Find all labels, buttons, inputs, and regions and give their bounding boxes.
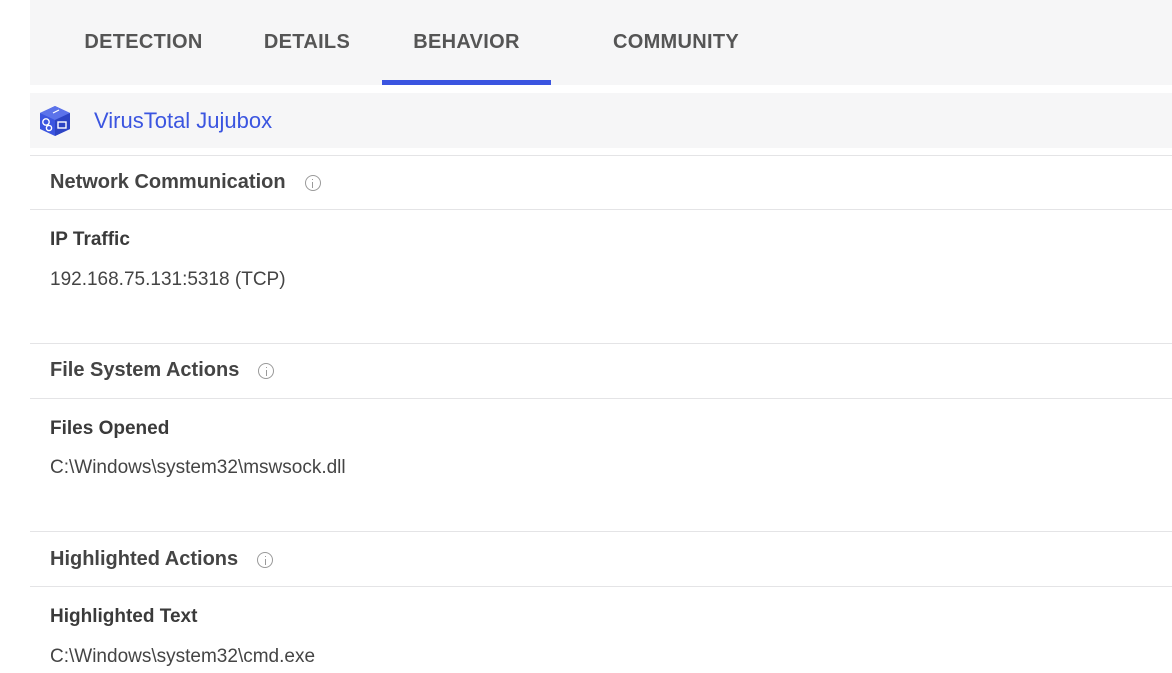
- ip-traffic-value: 192.168.75.131:5318 (TCP): [50, 269, 286, 290]
- info-icon[interactable]: [304, 174, 321, 191]
- tab-behavior[interactable]: BEHAVIOR: [382, 0, 551, 85]
- divider: [30, 398, 1172, 399]
- sandbox-box-icon: [36, 102, 74, 140]
- divider: [30, 343, 1172, 344]
- section-title: File System Actions: [50, 359, 240, 381]
- divider: [30, 531, 1172, 532]
- divider: [30, 155, 1172, 156]
- divider: [30, 209, 1172, 210]
- info-icon[interactable]: [257, 551, 274, 568]
- behavior-page: DETECTION DETAILS BEHAVIOR COMMUNITY Vir…: [0, 0, 1172, 673]
- sandbox-header: VirusTotal Jujubox: [30, 93, 1172, 148]
- highlighted-text-value: C:\Windows\system32\cmd.exe: [50, 646, 316, 667]
- tab-bar: DETECTION DETAILS BEHAVIOR COMMUNITY: [30, 0, 1172, 85]
- info-icon[interactable]: [258, 362, 275, 379]
- section-highlighted-actions: Highlighted Actions: [50, 548, 274, 571]
- tab-community[interactable]: COMMUNITY: [590, 0, 762, 85]
- file-opened-value: C:\Windows\system32\mswsock.dll: [50, 457, 346, 478]
- tab-details[interactable]: DETAILS: [243, 0, 371, 85]
- sandbox-name-link[interactable]: VirusTotal Jujubox: [94, 108, 272, 134]
- section-network-communication: Network Communication: [50, 171, 321, 194]
- subsection-title: IP Traffic: [50, 229, 130, 250]
- subsection-title: Files Opened: [50, 418, 170, 439]
- section-title: Highlighted Actions: [50, 548, 239, 570]
- section-file-system-actions: File System Actions: [50, 359, 275, 382]
- section-title: Network Communication: [50, 171, 286, 193]
- subsection-title: Highlighted Text: [50, 606, 198, 627]
- tab-detection[interactable]: DETECTION: [60, 0, 227, 85]
- divider: [30, 586, 1172, 587]
